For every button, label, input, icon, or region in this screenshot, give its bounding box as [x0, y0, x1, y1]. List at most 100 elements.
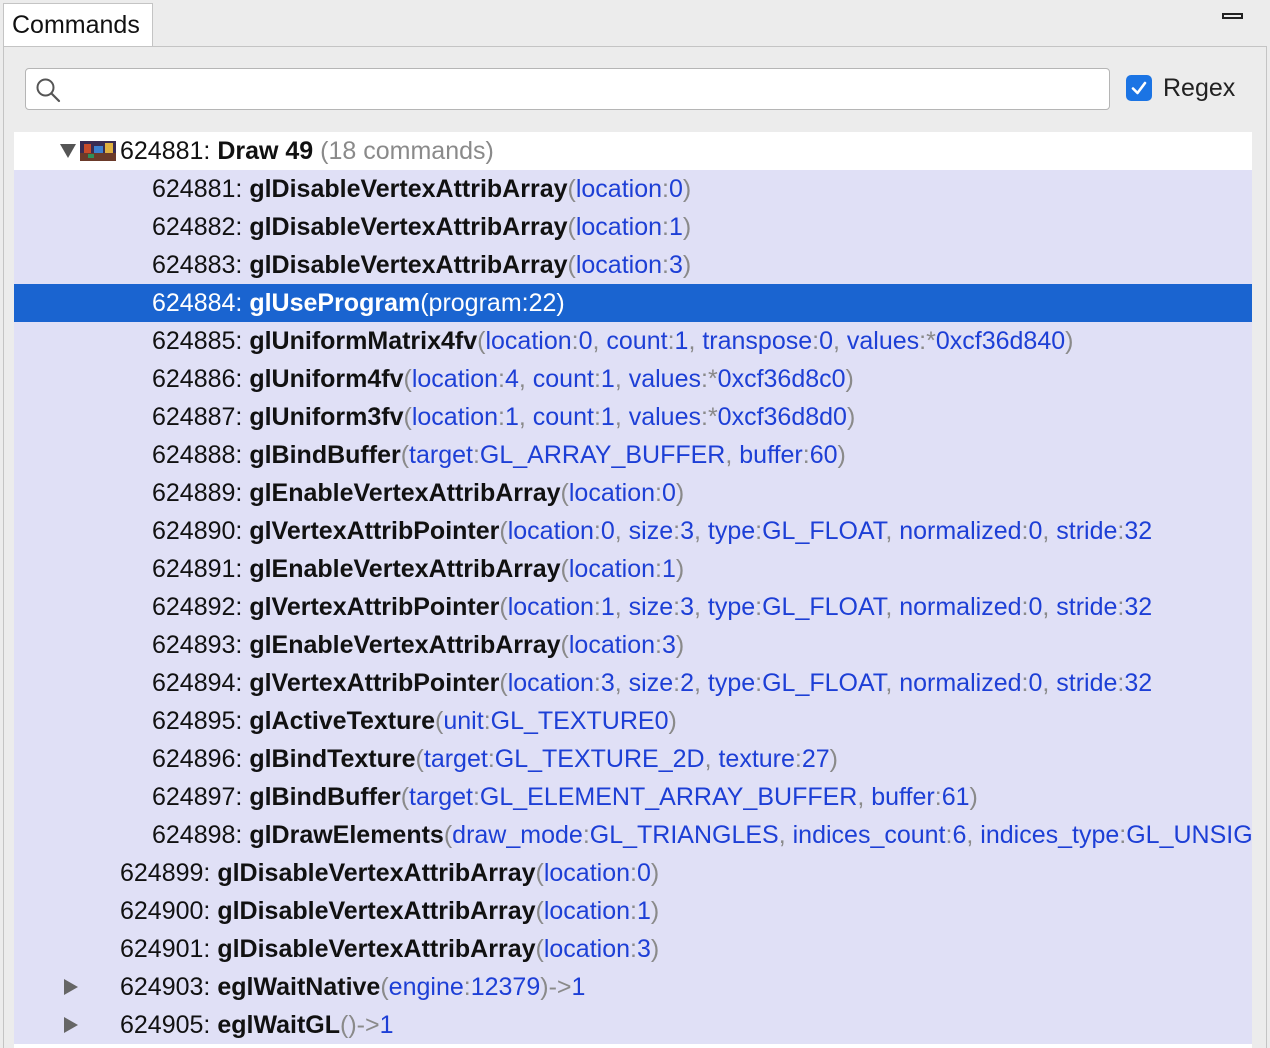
param-value[interactable]: 22 — [529, 289, 557, 317]
disclosure-expanded-icon[interactable] — [58, 132, 78, 170]
param-name[interactable]: indices_count — [793, 821, 946, 849]
param-value[interactable]: GL_TEXTURE_2D — [495, 745, 705, 773]
param-name[interactable]: location — [569, 631, 655, 659]
param-value[interactable]: GL_FLOAT — [762, 517, 885, 545]
tab-commands[interactable]: Commands — [3, 3, 153, 46]
param-name[interactable]: count — [533, 403, 594, 431]
param-name[interactable]: normalized — [899, 593, 1021, 621]
param-value[interactable]: 1 — [669, 213, 683, 241]
param-value[interactable]: 0 — [819, 327, 833, 355]
command-row[interactable]: 624898: glDrawElements(draw_mode:GL_TRIA… — [14, 816, 1252, 854]
command-row[interactable]: 624888: glBindBuffer(target:GL_ARRAY_BUF… — [14, 436, 1252, 474]
command-row[interactable]: 624895: glActiveTexture(unit:GL_TEXTURE0… — [14, 702, 1252, 740]
param-value[interactable]: GL_ELEMENT_ARRAY_BUFFER — [480, 783, 857, 811]
param-value[interactable]: 0 — [1028, 593, 1042, 621]
command-tree[interactable]: 624881: Draw 49 (18 commands) 624881: gl… — [14, 132, 1252, 1048]
param-name[interactable]: type — [708, 669, 755, 697]
param-value[interactable]: 0xcf36d8c0 — [718, 365, 846, 393]
param-name[interactable]: location — [576, 213, 662, 241]
param-name[interactable]: type — [708, 517, 755, 545]
param-name[interactable]: location — [412, 365, 498, 393]
param-value[interactable]: 3 — [662, 631, 676, 659]
command-row[interactable]: 624884: glUseProgram(program:22) — [14, 284, 1252, 322]
regex-toggle[interactable]: Regex — [1126, 72, 1235, 104]
command-row[interactable]: 624882: glDisableVertexAttribArray(locat… — [14, 208, 1252, 246]
command-row[interactable]: 624900: glDisableVertexAttribArray(locat… — [14, 892, 1252, 930]
command-row[interactable]: 624892: glVertexAttribPointer(location:1… — [14, 588, 1252, 626]
param-name[interactable]: values — [629, 403, 701, 431]
param-name[interactable]: size — [629, 593, 673, 621]
command-row[interactable]: 624885: glUniformMatrix4fv(location:0, c… — [14, 322, 1252, 360]
param-name[interactable]: type — [708, 593, 755, 621]
param-value[interactable]: 0 — [601, 517, 615, 545]
param-value[interactable]: 1 — [662, 555, 676, 583]
param-value[interactable]: 32 — [1124, 669, 1152, 697]
param-value[interactable]: 1 — [637, 897, 651, 925]
param-value[interactable]: 0 — [1028, 517, 1042, 545]
param-name[interactable]: size — [629, 517, 673, 545]
param-name[interactable]: location — [544, 859, 630, 887]
param-value[interactable]: 0 — [637, 859, 651, 887]
param-name[interactable]: stride — [1056, 669, 1117, 697]
command-row[interactable]: 624886: glUniform4fv(location:4, count:1… — [14, 360, 1252, 398]
search-box[interactable] — [25, 68, 1110, 110]
param-name[interactable]: normalized — [899, 517, 1021, 545]
command-row[interactable]: 624894: glVertexAttribPointer(location:3… — [14, 664, 1252, 702]
param-name[interactable]: texture — [718, 745, 794, 773]
param-name[interactable]: target — [409, 441, 473, 469]
param-name[interactable]: unit — [443, 707, 483, 735]
param-value[interactable]: 32 — [1124, 517, 1152, 545]
param-name[interactable]: values — [629, 365, 701, 393]
command-row[interactable]: 624889: glEnableVertexAttribArray(locati… — [14, 474, 1252, 512]
param-value[interactable]: 4 — [505, 365, 519, 393]
param-name[interactable]: stride — [1056, 593, 1117, 621]
command-row[interactable]: 624887: glUniform3fv(location:1, count:1… — [14, 398, 1252, 436]
param-name[interactable]: stride — [1056, 517, 1117, 545]
minimize-icon[interactable] — [1222, 8, 1248, 24]
param-value[interactable]: 0 — [1028, 669, 1042, 697]
param-name[interactable]: location — [569, 479, 655, 507]
search-input[interactable] — [72, 73, 1106, 107]
param-name[interactable]: buffer — [871, 783, 934, 811]
command-row[interactable]: 624881: glDisableVertexAttribArray(locat… — [14, 170, 1252, 208]
disclosure-collapsed-icon[interactable] — [60, 1006, 80, 1044]
param-name[interactable]: location — [508, 669, 594, 697]
command-row[interactable]: 624893: glEnableVertexAttribArray(locati… — [14, 626, 1252, 664]
command-row[interactable]: 624897: glBindBuffer(target:GL_ELEMENT_A… — [14, 778, 1252, 816]
command-row[interactable]: 624883: glDisableVertexAttribArray(locat… — [14, 246, 1252, 284]
param-value[interactable]: 0 — [669, 175, 683, 203]
param-name[interactable]: buffer — [739, 441, 802, 469]
param-value[interactable]: 1 — [601, 365, 615, 393]
param-value[interactable]: GL_TEXTURE0 — [491, 707, 669, 735]
param-name[interactable]: location — [544, 897, 630, 925]
param-name[interactable]: location — [544, 935, 630, 963]
param-value[interactable]: GL_ARRAY_BUFFER — [480, 441, 725, 469]
param-value[interactable]: 61 — [942, 783, 970, 811]
param-value[interactable]: 3 — [680, 517, 694, 545]
param-name[interactable]: location — [569, 555, 655, 583]
param-name[interactable]: count — [533, 365, 594, 393]
param-value[interactable]: 1 — [601, 593, 615, 621]
param-value[interactable]: 3 — [637, 935, 651, 963]
param-name[interactable]: engine — [389, 973, 464, 1001]
param-name[interactable]: location — [576, 175, 662, 203]
param-value[interactable]: 0 — [579, 327, 593, 355]
command-row[interactable]: 624899: glDisableVertexAttribArray(locat… — [14, 854, 1252, 892]
param-name[interactable]: target — [409, 783, 473, 811]
param-value[interactable]: 60 — [810, 441, 838, 469]
param-name[interactable]: indices_type — [980, 821, 1119, 849]
regex-checkbox[interactable] — [1126, 75, 1152, 101]
param-name[interactable]: location — [508, 517, 594, 545]
command-row[interactable]: 624890: glVertexAttribPointer(location:0… — [14, 512, 1252, 550]
param-name[interactable]: draw_mode — [452, 821, 583, 849]
param-value[interactable]: 3 — [601, 669, 615, 697]
param-value[interactable]: GL_UNSIGNED_SHORT — [1126, 821, 1252, 849]
command-row[interactable]: 624903: eglWaitNative(engine:12379)->1 — [14, 968, 1252, 1006]
disclosure-collapsed-icon[interactable] — [60, 968, 80, 1006]
param-value[interactable]: 0 — [662, 479, 676, 507]
param-value[interactable]: 0xcf36d840 — [936, 327, 1065, 355]
param-name[interactable]: location — [576, 251, 662, 279]
param-name[interactable]: normalized — [899, 669, 1021, 697]
param-name[interactable]: target — [424, 745, 488, 773]
command-row[interactable]: 624896: glBindTexture(target:GL_TEXTURE_… — [14, 740, 1252, 778]
